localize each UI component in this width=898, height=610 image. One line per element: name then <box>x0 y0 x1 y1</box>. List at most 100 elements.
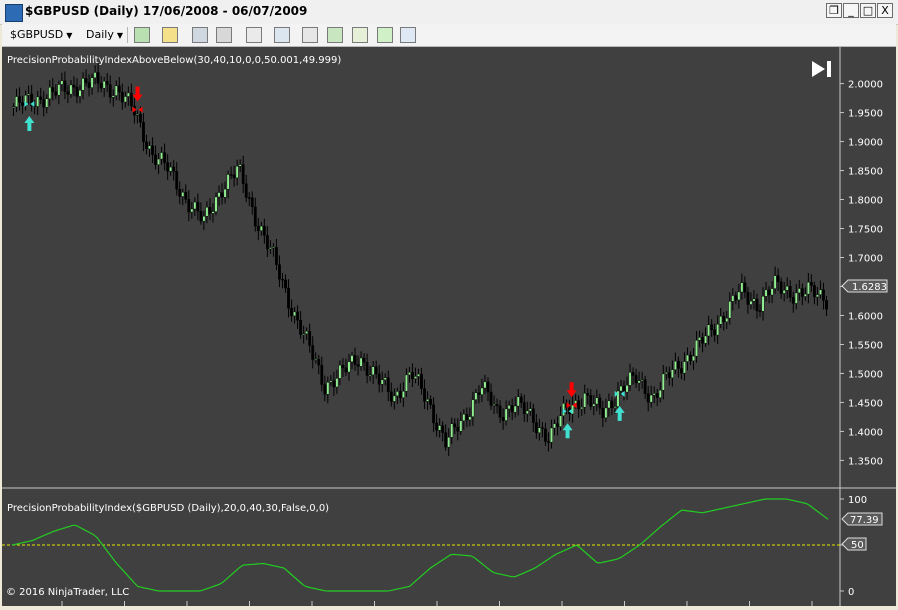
candle-body <box>362 357 366 363</box>
price-tick-label: 1.8500 <box>848 167 883 178</box>
threshold-tag: 50 <box>841 537 867 551</box>
candle-body <box>102 81 106 89</box>
candle-body <box>713 329 717 336</box>
zoom-out-icon[interactable] <box>216 27 232 43</box>
candle-body <box>758 310 762 313</box>
candle-body <box>36 96 40 107</box>
candle-body <box>779 281 783 294</box>
candle-body <box>332 380 336 388</box>
price-tick-label: 1.4000 <box>848 427 883 438</box>
candle-body <box>420 373 423 389</box>
candle-body <box>586 393 590 396</box>
candle-body <box>293 311 296 317</box>
bar-style-icon[interactable] <box>134 27 150 43</box>
candle-body <box>78 90 82 97</box>
candle-body <box>18 96 21 103</box>
candle-body <box>507 405 511 410</box>
candle-body <box>631 372 635 376</box>
candle-body <box>704 335 708 344</box>
candle-body <box>148 145 151 150</box>
candle-body <box>734 295 738 301</box>
candle-body <box>613 406 617 408</box>
chart-toolbar: $GBPUSD ▼ Daily ▼ <box>2 24 896 47</box>
chart-properties-icon[interactable] <box>327 27 343 43</box>
candle-body <box>21 102 24 106</box>
candle-body <box>214 196 218 212</box>
candle-body <box>51 87 55 92</box>
copyright-text: © 2016 NinjaTrader, LLC <box>6 587 129 598</box>
candle-body <box>459 420 463 432</box>
candle-body <box>383 377 387 381</box>
chart-area[interactable]: PrecisionProbabilityIndexAboveBelow(30,4… <box>2 47 896 606</box>
cursor-icon[interactable] <box>246 27 262 43</box>
candle-body <box>816 294 819 298</box>
candle-body <box>123 96 127 103</box>
crosshair-icon[interactable] <box>274 27 290 43</box>
instrument-selector[interactable]: $GBPUSD ▼ <box>10 27 72 43</box>
candle-body <box>583 393 587 408</box>
candle-body <box>447 437 451 448</box>
candle-body <box>265 235 269 250</box>
maximize-button[interactable]: □ <box>860 3 876 18</box>
candle-body <box>151 145 154 155</box>
candle-body <box>27 93 31 96</box>
candle-body <box>728 301 732 319</box>
candle-body <box>426 399 429 402</box>
candle-body <box>677 360 680 369</box>
restore-button[interactable]: ❐ <box>826 3 842 18</box>
candle-body <box>241 164 245 184</box>
candle-body <box>800 288 804 297</box>
candle-body <box>553 423 556 429</box>
candle-body <box>495 404 499 407</box>
candle-body <box>386 377 390 393</box>
candle-body <box>695 340 698 357</box>
template-icon[interactable] <box>377 27 393 43</box>
candle-body <box>290 307 293 317</box>
candle-body <box>453 423 457 428</box>
candle-body <box>689 354 692 362</box>
candle-body <box>577 400 581 410</box>
candle-body <box>513 405 517 413</box>
last-price-text: 1.6283 <box>852 282 887 293</box>
chart-svg[interactable]: PrecisionProbabilityIndexAboveBelow(30,4… <box>2 47 896 606</box>
candle-body <box>15 96 18 107</box>
price-tick-label: 1.7500 <box>848 225 883 236</box>
candle-body <box>634 375 638 384</box>
minimize-button[interactable]: _ <box>843 3 859 18</box>
candle-body <box>323 384 327 395</box>
price-indicator-label: PrecisionProbabilityIndexAboveBelow(30,4… <box>7 55 341 66</box>
close-button[interactable]: X <box>877 3 893 18</box>
candle-body <box>359 357 363 367</box>
candle-body <box>69 84 73 95</box>
candle-body <box>719 316 723 325</box>
candle-body <box>120 91 124 103</box>
candle-body <box>217 192 221 198</box>
candle-body <box>114 85 118 96</box>
candle-body <box>395 391 399 397</box>
candle-body <box>749 300 753 305</box>
interval-selector[interactable]: Daily ▼ <box>86 27 123 43</box>
candle-body <box>725 317 729 322</box>
strategies-icon[interactable] <box>352 27 368 43</box>
candle-body <box>813 285 816 298</box>
properties-icon[interactable] <box>400 27 416 43</box>
candle-body <box>250 197 254 208</box>
candle-body <box>435 422 439 431</box>
candle-body <box>743 282 747 293</box>
candle-body <box>655 393 659 398</box>
candle-body <box>607 400 611 409</box>
candle-body <box>247 197 251 199</box>
ppi-tick-label: 0 <box>848 587 854 598</box>
zoom-in-icon[interactable] <box>192 27 208 43</box>
price-tick-label: 1.5000 <box>848 369 883 380</box>
candle-body <box>90 77 94 88</box>
data-box-icon[interactable] <box>302 27 318 43</box>
candle-body <box>311 345 315 360</box>
candle-body <box>139 113 142 123</box>
candle-body <box>698 337 701 341</box>
candle-body <box>232 174 236 179</box>
pencil-icon[interactable] <box>162 27 178 43</box>
candle-body <box>652 393 656 396</box>
candle-body <box>716 324 720 336</box>
candle-body <box>317 359 321 366</box>
